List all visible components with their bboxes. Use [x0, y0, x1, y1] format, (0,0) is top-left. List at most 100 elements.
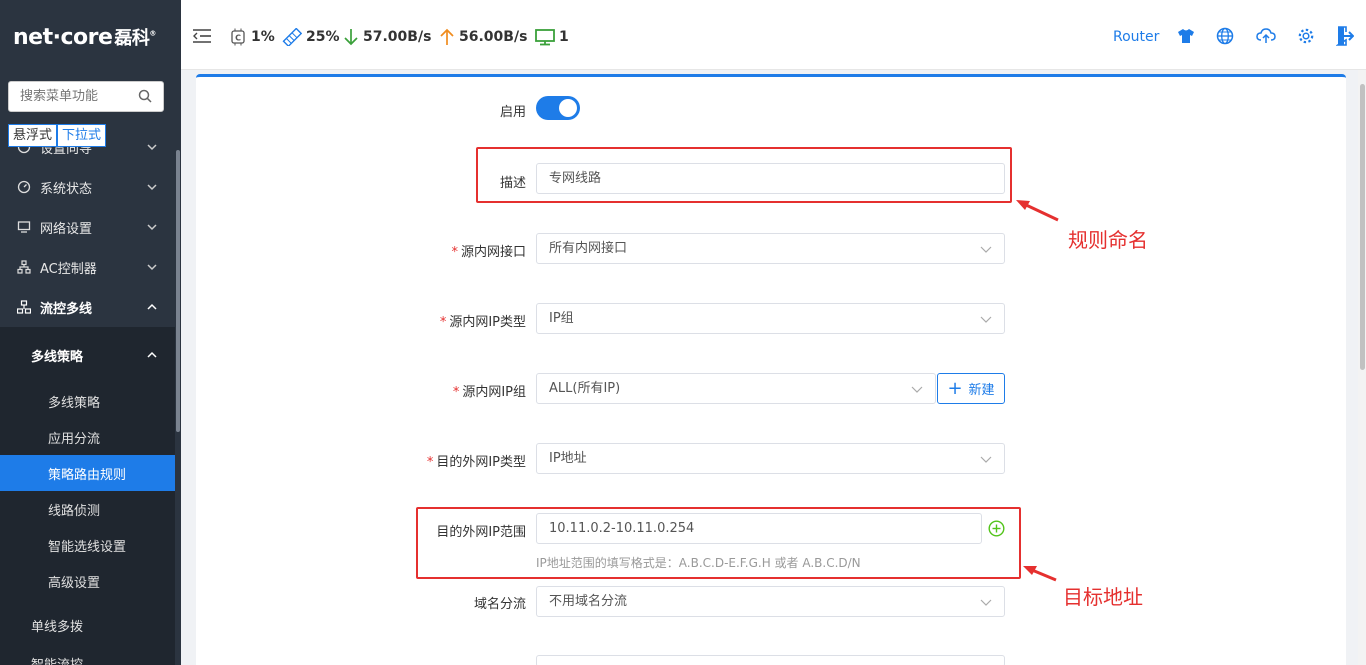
chevron-down-icon [911, 386, 923, 393]
domain-label: 域名分流 [326, 593, 526, 612]
cloud-upload-icon[interactable] [1256, 27, 1276, 45]
upload-speed: 56.00B/s [439, 27, 527, 47]
dst-ip-type-value: IP地址 [549, 451, 587, 466]
sidebar-subitem-advanced[interactable]: 高级设置 [0, 563, 175, 599]
subitem-label: 智能选线设置 [48, 539, 127, 555]
sidebar-subitem-line-detection[interactable]: 线路侦测 [0, 491, 175, 527]
sidebar-item-label: 系统状态 [40, 181, 93, 197]
plus-icon: + [947, 377, 963, 399]
src-ip-group-label: * 源内网IP组 [452, 385, 526, 400]
dst-ip-type-label-text: 目的外网IP类型 [436, 455, 526, 470]
new-ip-group-button[interactable]: + 新建 [937, 373, 1005, 404]
router-link[interactable]: Router [1113, 29, 1159, 45]
subitem-label: 策略路由规则 [48, 467, 127, 483]
sidebar-item-system-status[interactable]: 系统状态 [0, 167, 175, 207]
subitem-label: 多线策略 [48, 395, 101, 411]
subitem-label: 应用分流 [48, 431, 101, 447]
logout-icon[interactable] [1336, 26, 1354, 46]
src-ip-group-select[interactable]: ALL(所有IP) [536, 373, 936, 404]
new-button-label: 新建 [968, 383, 995, 398]
menu-search-input[interactable] [9, 82, 129, 111]
src-ip-group-value: ALL(所有IP) [549, 381, 621, 396]
sidebar-item-ac-controller[interactable]: AC控制器 [0, 247, 175, 287]
annotation-arrow-icon [1023, 566, 1057, 582]
domain-select[interactable]: 不用域名分流 [536, 586, 1005, 617]
src-iface-label: * 源内网接口 [451, 245, 526, 260]
memory-usage: 25% [282, 27, 340, 47]
sidebar-item-flow-control[interactable]: 流控多线 [0, 287, 175, 327]
dst-ip-type-label: * 目的外网IP类型 [426, 455, 526, 470]
chevron-down-icon [147, 264, 157, 271]
globe-icon[interactable] [1216, 27, 1234, 45]
sidebar-item-label: 流控多线 [40, 301, 93, 317]
menu-search [8, 81, 164, 112]
network-icon [17, 300, 31, 314]
logo-cn: 磊科 [114, 28, 150, 49]
sidebar-subitem-policy-route-rules[interactable]: 策略路由规则 [0, 455, 175, 491]
devices-value: 1 [559, 29, 569, 45]
mode-dropdown-button[interactable]: 下拉式 [57, 124, 107, 147]
sidebar-subitem-smart-line-select[interactable]: 智能选线设置 [0, 527, 175, 563]
memory-icon [282, 28, 302, 46]
upload-value: 56.00B/s [459, 29, 528, 45]
chevron-down-icon [980, 456, 992, 463]
sidebar-group-label: 多线策略 [31, 349, 84, 365]
annotation-box-rule-name [476, 147, 1012, 203]
memory-value: 25% [306, 29, 340, 45]
sidebar-scrollbar[interactable] [176, 150, 180, 432]
svg-text:C: C [235, 34, 241, 43]
dst-ip-type-select[interactable]: IP地址 [536, 443, 1005, 474]
src-ip-type-value: IP组 [549, 311, 574, 326]
src-iface-select[interactable]: 所有内网接口 [536, 233, 1005, 264]
chevron-up-icon [147, 351, 157, 358]
enable-switch[interactable] [536, 96, 580, 120]
chevron-down-icon [980, 246, 992, 253]
next-field-partial[interactable] [536, 655, 1005, 665]
top-bar: C 1% 25% 57.00B/s 56.00B/s 1 Router [181, 0, 1366, 70]
cpu-icon: C [231, 28, 245, 46]
src-ip-type-label-text: 源内网IP类型 [449, 315, 526, 330]
src-iface-label-text: 源内网接口 [460, 245, 526, 260]
sidebar-item-label: AC控制器 [40, 261, 97, 277]
collapse-menu-icon[interactable] [193, 28, 211, 44]
annotation-target-addr: 目标地址 [1063, 585, 1143, 609]
src-ip-type-label: * 源内网IP类型 [439, 315, 526, 330]
sidebar-subitem-smart-flow[interactable]: 智能流控 [0, 645, 175, 665]
chevron-down-icon [147, 184, 157, 191]
logo-mark: ® [149, 29, 156, 38]
subitem-label: 智能流控 [31, 657, 84, 665]
cpu-value: 1% [251, 29, 275, 45]
sitemap-icon [17, 260, 31, 274]
subitem-label: 线路侦测 [48, 503, 101, 519]
sidebar-item-network-settings[interactable]: 网络设置 [0, 207, 175, 247]
chevron-up-icon [147, 303, 157, 310]
subitem-label: 高级设置 [48, 575, 101, 591]
domain-label-text: 域名分流 [473, 597, 526, 612]
sidebar-item-label: 网络设置 [40, 221, 93, 237]
src-ip-type-select[interactable]: IP组 [536, 303, 1005, 334]
sidebar-subitem-single-multidial[interactable]: 单线多拨 [0, 607, 175, 643]
download-speed: 57.00B/s [343, 27, 431, 47]
page-scrollbar[interactable] [1360, 84, 1365, 370]
netcore-logo[interactable]: net·core 磊科® [13, 24, 156, 50]
annotation-box-target-addr [416, 507, 1021, 579]
online-devices: 1 [535, 27, 569, 47]
src-iface-value: 所有内网接口 [549, 241, 628, 256]
sidebar-group-multiline-policy[interactable]: 多线策略 [0, 337, 175, 373]
monitor-icon [17, 221, 31, 233]
router-link-wrap: Router [1113, 26, 1159, 48]
monitor-icon [535, 29, 555, 46]
search-icon[interactable] [138, 89, 152, 103]
tshirt-icon[interactable] [1177, 28, 1195, 44]
sidebar-subitem-app-split[interactable]: 应用分流 [0, 419, 175, 455]
arrow-up-icon [440, 28, 454, 45]
annotation-rule-name: 规则命名 [1068, 228, 1148, 252]
chevron-down-icon [980, 599, 992, 606]
chevron-down-icon [147, 224, 157, 231]
enable-label: 启用 [326, 101, 526, 120]
gear-icon[interactable] [1297, 27, 1315, 45]
sidebar-subitem-multiline-policy[interactable]: 多线策略 [0, 383, 175, 419]
subitem-label: 单线多拨 [31, 619, 84, 635]
mode-floating-button[interactable]: 悬浮式 [8, 124, 58, 147]
sidebar: net·core磊科® 设置向导 悬浮式 下拉式 系统状态 网络设置 AC控制器… [0, 0, 181, 665]
